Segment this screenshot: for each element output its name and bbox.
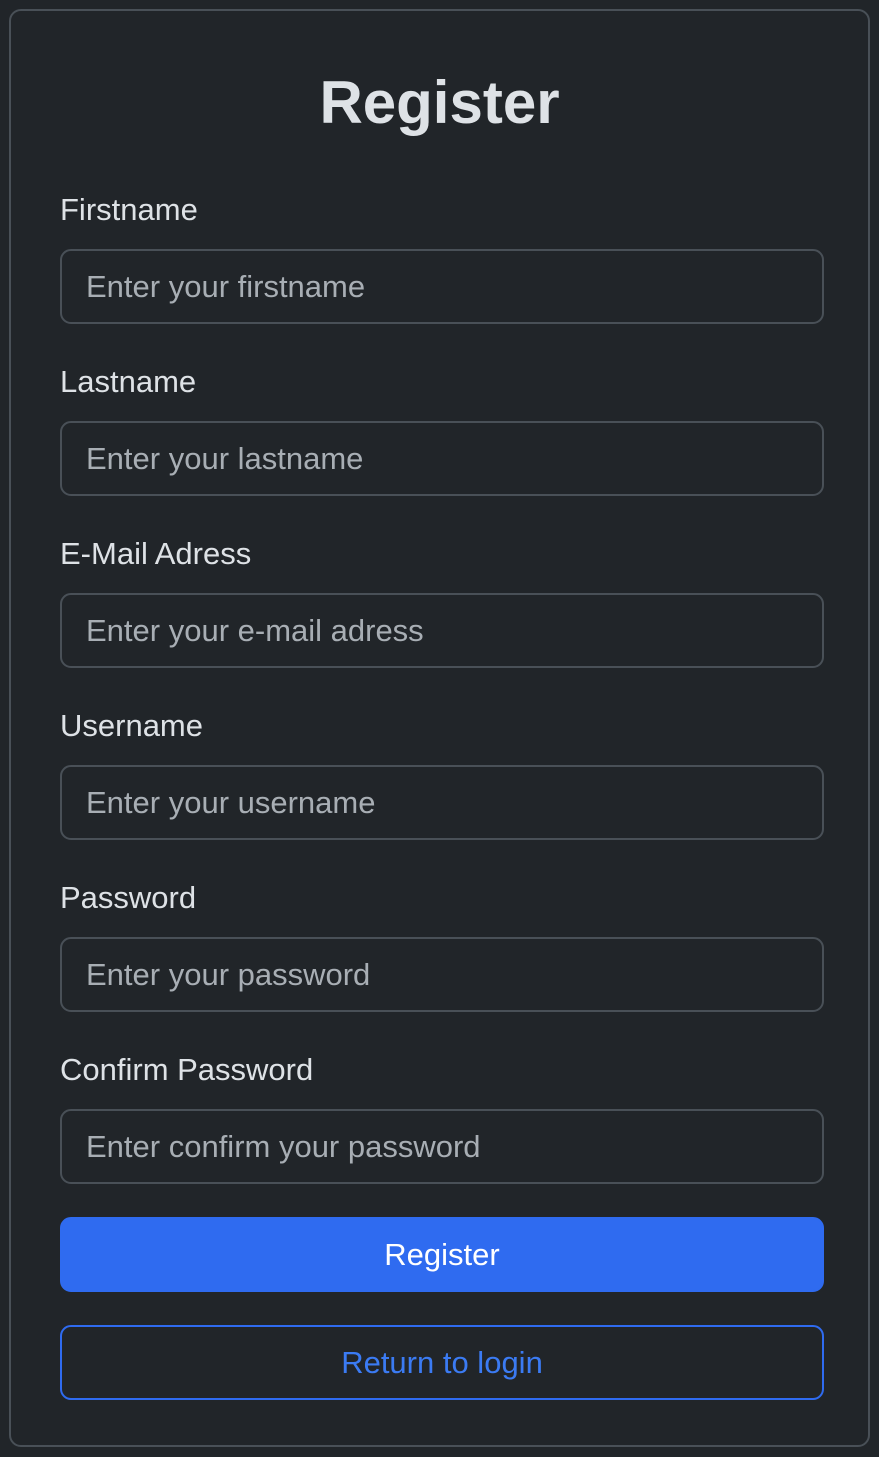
username-label: Username [60, 708, 203, 743]
register-card: Register Firstname Lastname E-Mail Adres… [9, 9, 870, 1447]
password-input[interactable] [60, 937, 824, 1012]
register-button[interactable]: Register [60, 1217, 824, 1292]
confirm-password-label: Confirm Password [60, 1052, 314, 1087]
firstname-label: Firstname [60, 192, 198, 227]
confirm-password-input[interactable] [60, 1109, 824, 1184]
username-input[interactable] [60, 765, 824, 840]
lastname-label: Lastname [60, 364, 197, 399]
return-to-login-button[interactable]: Return to login [60, 1325, 824, 1400]
lastname-input[interactable] [60, 421, 824, 496]
page-title: Register [319, 69, 560, 136]
email-label: E-Mail Adress [60, 536, 252, 571]
password-label: Password [60, 880, 197, 915]
firstname-input[interactable] [60, 249, 824, 324]
email-input[interactable] [60, 593, 824, 668]
